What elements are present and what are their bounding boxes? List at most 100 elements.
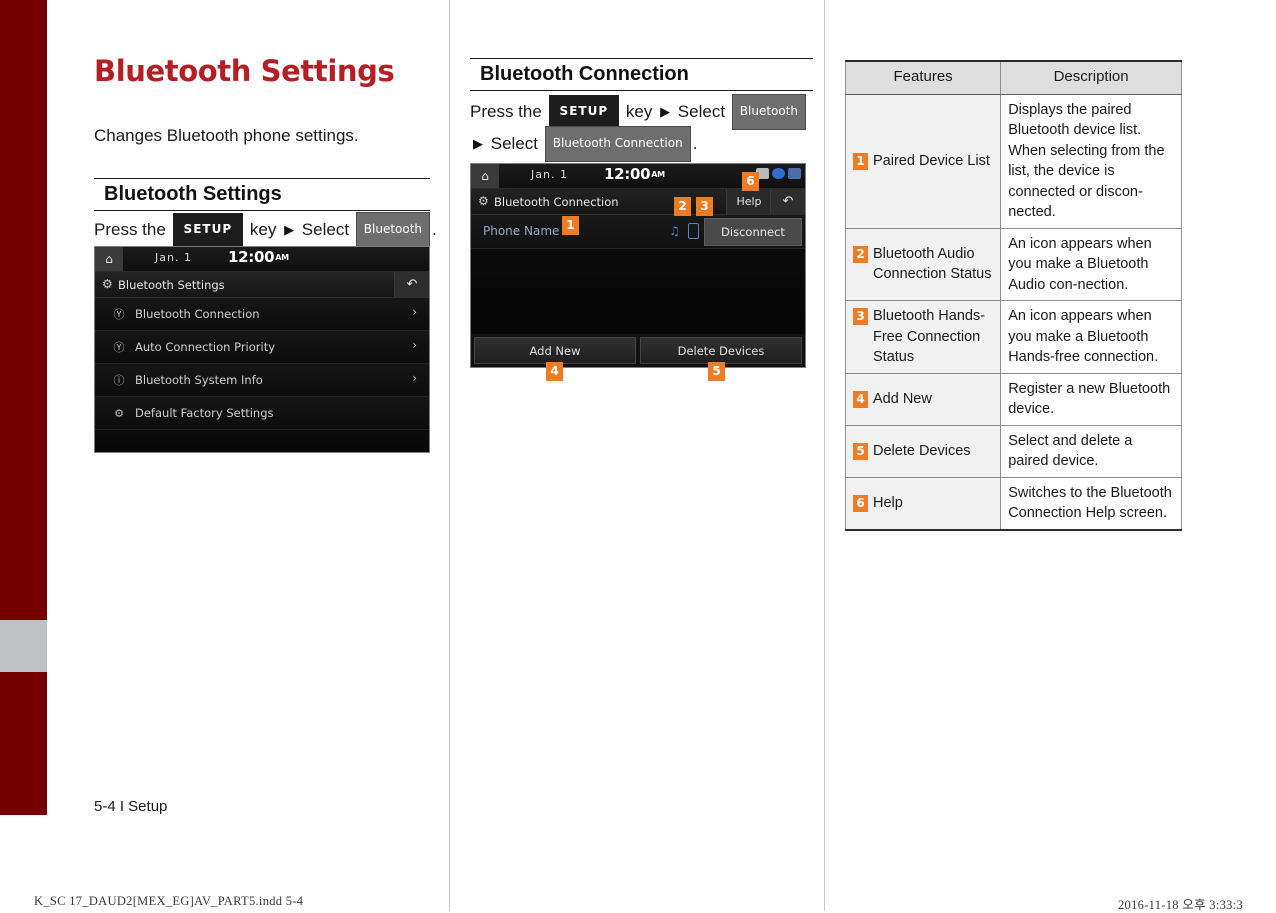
arrow-right-icon: ▶ — [660, 104, 671, 119]
bluetooth-menu-chip: Bluetooth — [355, 212, 431, 248]
screen-title: Bluetooth Connection — [494, 195, 619, 209]
screen-title-bar: ⚙ Bluetooth Connection Help ↶ — [471, 189, 805, 215]
bluetooth-connection-icon: Ⓨ — [113, 308, 125, 321]
description-cell: An icon appears when you make a Bluetoot… — [1000, 227, 1182, 301]
table-row: 2 Bluetooth Audio Connection Status An i… — [844, 227, 1182, 301]
feature-label: Add New — [873, 390, 932, 407]
instruction-mid-line2: ▶ Select Bluetooth Connection. — [470, 126, 697, 162]
gear-icon: ⚙ — [478, 194, 489, 208]
delete-devices-button[interactable]: Delete Devices — [640, 337, 802, 364]
status-time: 12:00AM — [228, 248, 289, 266]
spine-gray-tab — [0, 620, 47, 672]
bluetooth-audio-icon: ♫ — [669, 224, 680, 238]
feature-label: Bluetooth Hands-Free Connection Status — [873, 308, 986, 365]
instruction-period: . — [432, 220, 437, 239]
column-divider-2 — [824, 0, 825, 911]
callout-badge-3: 3 — [696, 197, 713, 216]
setup-key-chip: SETUP — [548, 95, 620, 129]
feature-cell: 5 Delete Devices — [844, 424, 1002, 478]
status-bar: ⌂ Jan. 1 12:00AM — [95, 247, 429, 272]
description-cell: An icon appears when you make a Bluetoot… — [1000, 300, 1182, 374]
spine-red-lower — [0, 672, 47, 815]
callout-badge-1: 1 — [562, 216, 579, 235]
feature-cell: 4 Add New — [844, 372, 1002, 426]
row-badge-4: 4 — [853, 390, 868, 408]
spine-red-upper — [0, 0, 47, 620]
page-title: Bluetooth Settings — [94, 54, 395, 88]
gear-icon: ⚙ — [102, 277, 113, 291]
feature-label: Paired Device List — [873, 152, 990, 169]
home-icon[interactable]: ⌂ — [95, 247, 123, 271]
arrow-right-icon: ▶ — [284, 222, 295, 237]
instruction-press-text: Press the — [94, 220, 166, 239]
back-arrow-icon[interactable]: ↶ — [770, 189, 805, 214]
table-header-row: Features Description — [844, 60, 1182, 95]
column-header-description: Description — [1000, 60, 1182, 95]
status-ampm: AM — [651, 170, 665, 179]
row-badge-1: 1 — [853, 152, 868, 170]
instruction-press-text: Press the — [470, 102, 542, 121]
callout-badge-2: 2 — [674, 197, 691, 216]
paired-device-row[interactable]: Phone Name ♫ Disconnect — [471, 215, 805, 249]
bluetooth-menu-chip: Bluetooth — [731, 94, 807, 130]
print-filename-footer: K_SC 17_DAUD2[MEX_EG]AV_PART5.indd 5-4 — [34, 894, 304, 908]
feature-cell: 1 Paired Device List — [844, 93, 1002, 229]
list-item[interactable]: Ⓨ Bluetooth Connection › — [95, 298, 429, 331]
instruction-mid-line1: Press the SETUP key ▶ Select Bluetooth — [470, 94, 808, 130]
description-cell: Register a new Bluetooth device. — [1000, 372, 1182, 426]
bluetooth-phone-icon — [688, 223, 699, 239]
list-item[interactable]: ⓘ Bluetooth System Info › — [95, 364, 429, 397]
feature-cell: 2 Bluetooth Audio Connection Status — [844, 227, 1002, 301]
bluetooth-connection-menu-chip: Bluetooth Connection — [544, 126, 691, 162]
instruction-select-text: Select — [490, 134, 538, 153]
chevron-right-icon: › — [412, 305, 417, 319]
print-timestamp-footer: 2016-11-18 오후 3:33:3 — [1118, 898, 1244, 912]
screen-footer-buttons: Add New Delete Devices — [471, 334, 805, 367]
home-icon[interactable]: ⌂ — [471, 164, 499, 188]
gear-icon: ⚙ — [114, 406, 124, 420]
instruction-key-text: key — [625, 102, 653, 121]
row-badge-6: 6 — [853, 494, 868, 512]
status-ampm: AM — [275, 253, 289, 262]
list-item[interactable]: ⚙ Default Factory Settings — [95, 397, 429, 430]
status-time: 12:00AM — [604, 165, 665, 183]
callout-badge-4: 4 — [546, 362, 563, 381]
screen-title-bar: ⚙ Bluetooth Settings ↶ — [95, 272, 429, 298]
empty-list-area — [95, 430, 429, 452]
page-number-footer: 5-4 I Setup — [94, 798, 168, 815]
settings-list: Ⓨ Bluetooth Connection › Ⓨ Auto Connecti… — [95, 298, 429, 452]
setup-key-chip: SETUP — [172, 213, 244, 247]
callout-badge-5: 5 — [708, 362, 725, 381]
table-row: 5 Delete Devices Select and delete a pai… — [844, 424, 1182, 478]
device-status-icons: ♫ — [668, 223, 699, 239]
back-arrow-icon[interactable]: ↶ — [394, 272, 429, 297]
column-header-features: Features — [844, 60, 1002, 95]
help-button[interactable]: Help — [726, 189, 771, 214]
row-badge-2: 2 — [853, 245, 868, 263]
description-cell: Displays the paired Bluetooth device lis… — [1000, 93, 1182, 229]
table-row: 6 Help Switches to the Bluetooth Connect… — [844, 476, 1182, 531]
row-badge-5: 5 — [853, 442, 868, 460]
table-row: 4 Add New Register a new Bluetooth devic… — [844, 372, 1182, 426]
table-body: 1 Paired Device List Displays the paired… — [844, 93, 1182, 531]
instruction-left: Press the SETUP key ▶ Select Bluetooth. — [94, 212, 437, 248]
chevron-right-icon: › — [412, 338, 417, 352]
arrow-right-icon: ▶ — [473, 136, 483, 151]
table-row: 1 Paired Device List Displays the paired… — [844, 93, 1182, 229]
instruction-key-text: key — [249, 220, 277, 239]
add-new-button[interactable]: Add New — [474, 337, 636, 364]
status-date: Jan. 1 — [531, 168, 568, 181]
instruction-select-text: Select — [301, 220, 350, 239]
list-item[interactable]: Ⓨ Auto Connection Priority › — [95, 331, 429, 364]
features-table: Features Description 1 Paired Device Lis… — [844, 60, 1182, 531]
screen-title: Bluetooth Settings — [118, 278, 225, 292]
list-item-label: Bluetooth System Info — [135, 373, 263, 387]
feature-label: Help — [873, 494, 903, 511]
bluetooth-priority-icon: Ⓨ — [113, 341, 125, 354]
info-icon: ⓘ — [113, 374, 125, 387]
instruction-period: . — [692, 134, 698, 153]
list-item-label: Default Factory Settings — [135, 406, 274, 420]
device-name-label: Phone Name — [483, 224, 560, 238]
callout-badge-6: 6 — [742, 172, 759, 191]
disconnect-button[interactable]: Disconnect — [704, 218, 802, 246]
